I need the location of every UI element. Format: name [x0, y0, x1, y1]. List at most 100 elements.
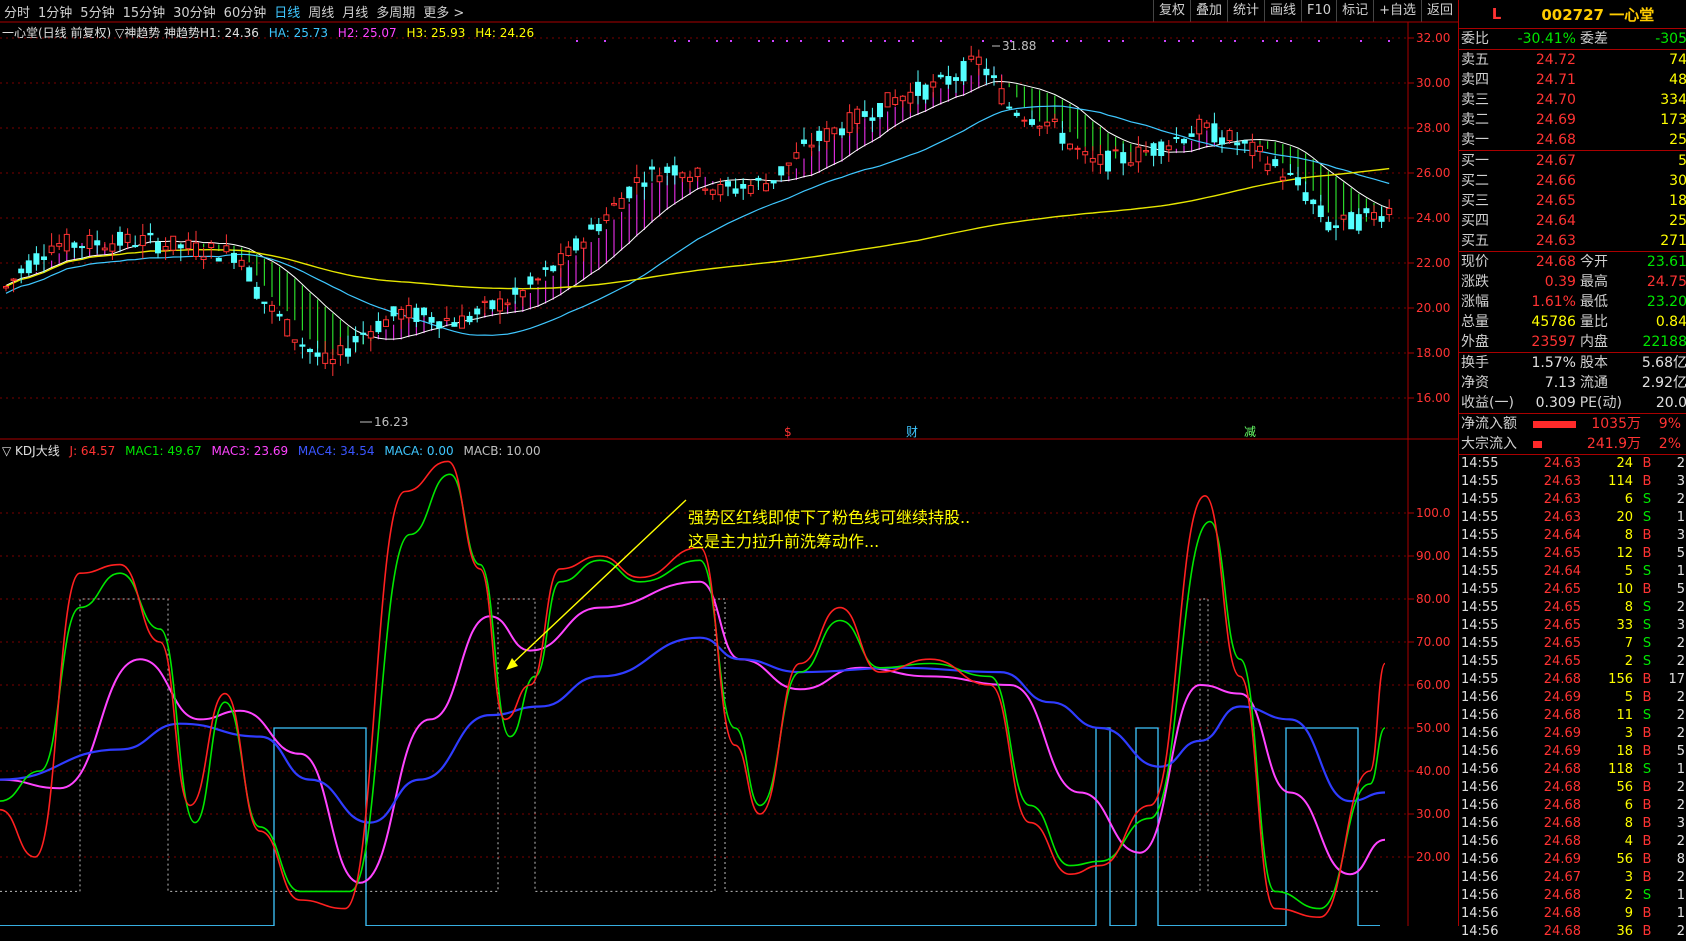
- tick-count: 2: [1676, 798, 1685, 813]
- tick-side: B: [1642, 690, 1652, 705]
- ask-label: 卖二: [1461, 112, 1489, 128]
- tick-count: 2: [1676, 654, 1685, 669]
- candle-body: [101, 247, 108, 251]
- candle-body: [1150, 143, 1157, 156]
- event-marker-2[interactable]: 减: [1244, 425, 1256, 439]
- signal-dot: [1052, 40, 1054, 42]
- tick-row: 14:56 24.68 118 S 1: [1459, 761, 1686, 779]
- tick-volume: 114: [1608, 474, 1633, 489]
- kdj-axis-label: 90.00: [1416, 549, 1450, 563]
- weicha-value: -305: [1655, 31, 1686, 47]
- tick-volume: 56: [1616, 780, 1633, 795]
- tick-volume: 10: [1616, 582, 1633, 597]
- candle-body: [702, 188, 709, 191]
- tick-count: 2: [1676, 708, 1685, 723]
- candle-body: [345, 348, 351, 357]
- candle-body: [785, 162, 792, 166]
- tick-row: 14:55 24.68 156 B 17: [1459, 671, 1686, 689]
- ask-label: 卖五: [1461, 52, 1489, 68]
- stock-code-name[interactable]: 002727 一心堂: [1541, 4, 1654, 25]
- ask-row: 卖五 24.72 74: [1459, 50, 1686, 70]
- ask-price: 24.69: [1535, 112, 1576, 128]
- market-tag: L: [1491, 5, 1502, 23]
- tick-time: 14:56: [1461, 780, 1499, 795]
- mac3-line: [0, 580, 1386, 884]
- tick-row: 14:56 24.68 4 B 2: [1459, 833, 1686, 851]
- candle-body: [1226, 130, 1233, 142]
- candle-body: [3, 286, 9, 289]
- signal-dot: [1220, 40, 1222, 42]
- candle-body: [33, 253, 40, 265]
- ask-price: 24.70: [1535, 92, 1576, 108]
- tick-row: 14:55 24.65 33 S 3: [1459, 617, 1686, 635]
- bid-label: 买二: [1461, 173, 1489, 189]
- candle-body: [1363, 208, 1370, 214]
- candle-body: [466, 315, 473, 323]
- tick-volume: 9: [1624, 906, 1633, 921]
- event-marker-0[interactable]: $: [784, 425, 792, 439]
- candle-body: [922, 84, 929, 100]
- stat-label: 外盘: [1461, 334, 1489, 350]
- candle-body: [1355, 214, 1362, 231]
- tick-count: 3: [1676, 528, 1685, 543]
- tick-price: 24.65: [1543, 618, 1581, 633]
- candle-body: [595, 223, 602, 232]
- signal-dot: [1318, 40, 1320, 42]
- ask-label: 卖一: [1461, 132, 1489, 148]
- event-marker-1[interactable]: 财: [906, 425, 918, 439]
- candle-body: [405, 305, 412, 319]
- candle-body: [1317, 205, 1324, 218]
- kdj-axis-label: 50.00: [1416, 721, 1450, 735]
- candlestick-chart[interactable]: 31.88 16.23 $ 财 减 32.00 30.00 28.00 26.00 24.00 2…: [0, 0, 1458, 440]
- tick-list[interactable]: 14:55 24.63 24 B 2 14:55 24.63 114 B 3 14:55 24.63 6…: [1459, 455, 1686, 941]
- candle-body: [398, 308, 405, 320]
- tick-volume: 156: [1608, 672, 1633, 687]
- tick-count: 1: [1676, 564, 1685, 579]
- tick-price: 24.65: [1543, 600, 1581, 615]
- candle-body: [641, 182, 648, 187]
- fund-label: 净资: [1461, 375, 1489, 391]
- tick-side: S: [1642, 510, 1652, 525]
- candle-body: [1203, 122, 1210, 128]
- candle-body: [983, 68, 990, 76]
- bid-spacer: [1576, 171, 1620, 191]
- fund-value-2: 5.68亿: [1641, 355, 1686, 371]
- tick-row: 14:56 24.69 18 B 5: [1459, 743, 1686, 761]
- tick-price: 24.68: [1543, 888, 1581, 903]
- stock-header: L 002727 一心堂: [1459, 0, 1686, 29]
- candle-body: [550, 265, 557, 272]
- stat-value-2: 24.75: [1646, 274, 1686, 290]
- tick-count: 2: [1676, 834, 1685, 849]
- candle-body: [975, 56, 982, 65]
- tick-row: 14:55 24.65 12 B 5: [1459, 545, 1686, 563]
- ask-row: 卖四 24.71 48: [1459, 70, 1686, 90]
- candle-body: [276, 313, 283, 317]
- tick-time: 14:56: [1461, 852, 1499, 867]
- chart-area[interactable]: 分时 1分钟 5分钟 15分钟 30分钟 60分钟 日线 周线 月线 多周期 更多 > 复权 叠加 统计…: [0, 0, 1458, 926]
- tick-time: 14:56: [1461, 834, 1499, 849]
- candle-body: [664, 166, 671, 173]
- fundamental-row: 净资 7.13 流通 2.92亿: [1459, 373, 1686, 393]
- candle-body: [1333, 225, 1339, 228]
- candle-body: [1181, 138, 1187, 144]
- candle-body: [269, 304, 275, 312]
- candle-body: [945, 76, 952, 85]
- tick-time: 14:55: [1461, 546, 1499, 561]
- candle-body: [527, 276, 534, 285]
- candle-body: [603, 214, 610, 222]
- tick-price: 24.64: [1543, 564, 1581, 579]
- stat-value: 23597: [1531, 334, 1576, 350]
- price-stats: 现价 24.68 今开 23.61 涨跌 0.39 最高 24.75 涨幅 1.61% 最低 23.2…: [1459, 252, 1686, 353]
- tick-row: 14:56 24.69 5 B 2: [1459, 689, 1686, 707]
- tick-row: 14:56 24.68 2 S 1: [1459, 887, 1686, 905]
- kdj-axis-label: 70.00: [1416, 635, 1450, 649]
- candle-body: [633, 177, 640, 183]
- tick-side: B: [1642, 798, 1652, 813]
- tick-price: 24.65: [1543, 636, 1581, 651]
- ask-spacer: [1576, 110, 1620, 130]
- bid-spacer: [1576, 151, 1620, 171]
- candle-body: [611, 202, 617, 206]
- candle-body: [208, 242, 215, 249]
- tick-volume: 24: [1616, 456, 1633, 471]
- candle-body: [998, 88, 1005, 105]
